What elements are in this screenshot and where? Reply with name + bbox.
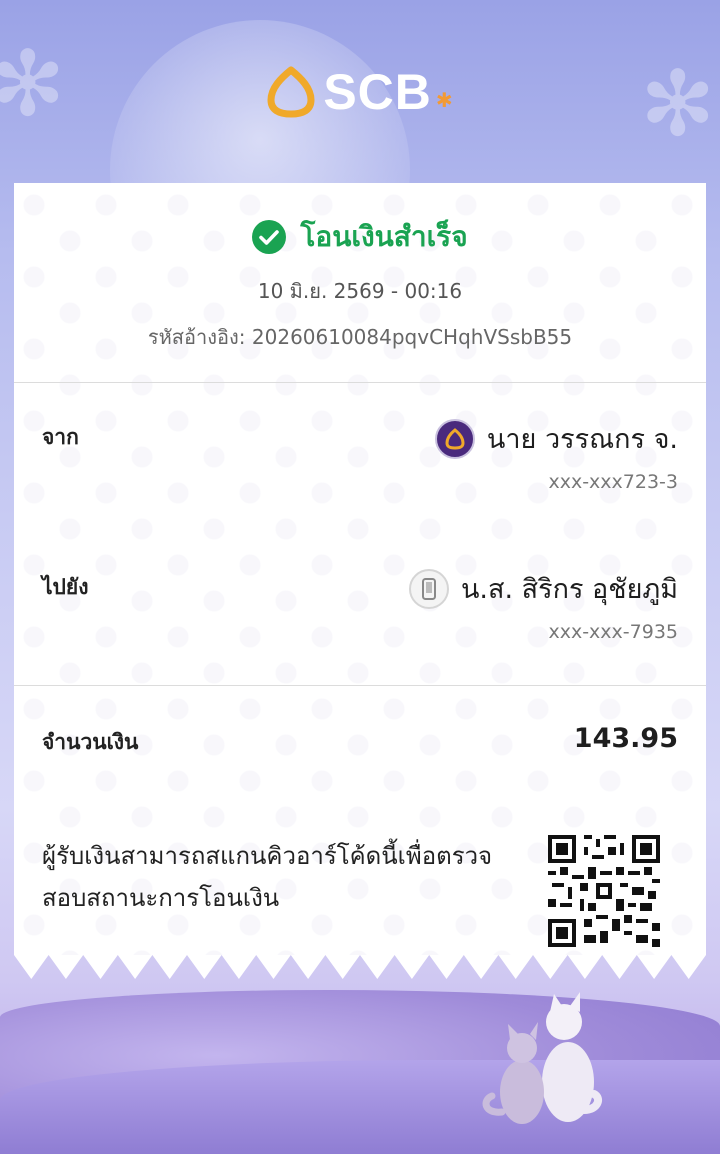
from-name-row: นาย วรรณกร จ. [434,417,678,460]
sender-name: นาย วรรณกร จ. [486,424,678,455]
cat-and-dog-illustration [482,992,603,1124]
amount-label: จำนวนเงิน [42,730,139,754]
sender-account: xxx-xxx723-3 [548,471,678,493]
qr-code-icon[interactable] [548,835,660,947]
amount-value: 143.95 [573,723,678,754]
to-name-row: น.ส. สิริกร อุชัยภูมิ [408,567,678,610]
from-label: จาก [42,425,79,449]
receipt-torn-edge [14,955,706,979]
header: SCB ✱ [0,62,720,122]
background-hills [0,1060,720,1154]
qr-instruction: ผู้รับเงินสามารถสแกนคิวอาร์โค้ดนี้เพื่อต… [42,842,493,912]
scb-bank-icon [434,418,475,459]
check-circle-icon [252,220,287,254]
receipt-header: โอนเงินสำเร็จ 10 มิ.ย. 2569 - 00:16 รหัส… [14,183,706,383]
transaction-datetime: 10 มิ.ย. 2569 - 00:16 [257,279,463,303]
divider [14,685,706,686]
brand-name: SCB [323,64,432,120]
reference-number: รหัสอ้างอิง: 20260610084pqvCHqhVSsbB55 [147,325,573,349]
divider [14,382,706,383]
phone-icon [408,568,449,609]
status-row: โอนเงินสำเร็จ [14,215,706,259]
brand-star-icon: ✱ [435,88,453,112]
transfer-receipt: โอนเงินสำเร็จ 10 มิ.ย. 2569 - 00:16 รหัส… [14,183,706,955]
recipient-account: xxx-xxx-7935 [548,621,678,643]
scb-house-logo-icon [267,66,315,118]
recipient-name: น.ส. สิริกร อุชัยภูมิ [460,574,678,605]
brand-logo: SCB ✱ [267,63,453,121]
status-text: โอนเงินสำเร็จ [300,220,468,253]
to-label: ไปยัง [42,575,89,599]
